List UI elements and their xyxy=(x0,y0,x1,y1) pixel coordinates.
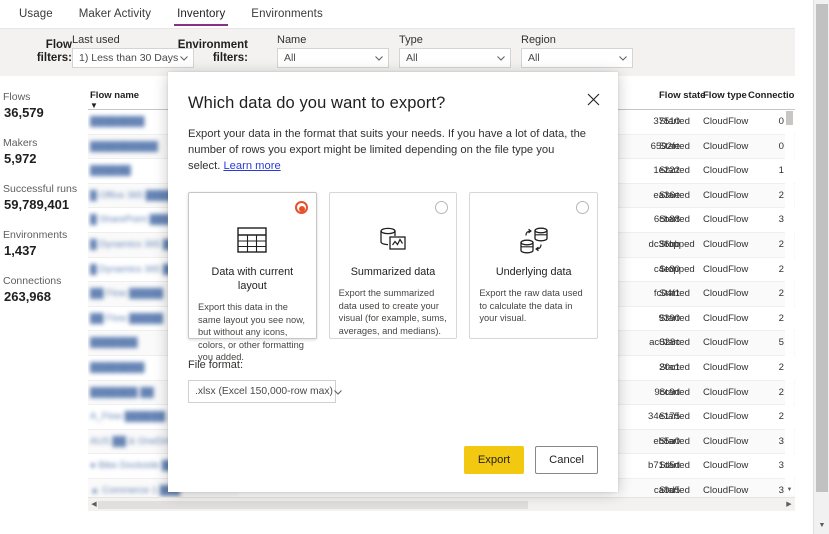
database-chart-icon xyxy=(339,217,448,263)
file-format-value: .xlsx (Excel 150,000-row max) xyxy=(195,386,333,397)
export-button[interactable]: Export xyxy=(463,446,525,474)
table-grid-icon xyxy=(198,217,307,263)
file-format-dropdown[interactable]: .xlsx (Excel 150,000-row max) xyxy=(188,380,342,403)
option-card-title: Summarized data xyxy=(350,266,436,278)
radio-button-unselected[interactable] xyxy=(435,201,449,214)
option-card-title: Data with current layout xyxy=(211,266,294,292)
chevron-down-icon xyxy=(333,387,343,397)
cancel-button[interactable]: Cancel xyxy=(535,446,598,474)
option-card-description: Export this data in the same layout you … xyxy=(198,302,305,363)
learn-more-link[interactable]: Learn more xyxy=(223,160,280,172)
dialog-description: Export your data in the format that suit… xyxy=(188,126,588,174)
app-root: Usage Maker Activity Inventory Environme… xyxy=(0,0,829,534)
radio-button-selected[interactable] xyxy=(294,201,308,214)
option-card-underlying-data[interactable]: Underlying data Export the raw data used… xyxy=(469,192,599,339)
radio-button-unselected[interactable] xyxy=(576,201,590,214)
option-card-summarized-data[interactable]: Summarized data Export the summarized da… xyxy=(328,192,458,339)
option-card-description: Export the raw data used to calculate th… xyxy=(479,288,583,324)
databases-sync-icon xyxy=(479,217,588,263)
export-data-dialog: Which data do you want to export? Export… xyxy=(168,72,618,492)
dialog-title: Which data do you want to export? xyxy=(188,94,446,112)
export-option-cards: Data with current layout Export this dat… xyxy=(188,192,599,362)
option-card-title: Underlying data xyxy=(495,266,572,278)
option-card-data-with-current-layout[interactable]: Data with current layout Export this dat… xyxy=(188,192,317,362)
close-icon[interactable] xyxy=(580,86,606,112)
dialog-actions: Export Cancel xyxy=(463,446,598,474)
option-card-description: Export the summarized data used to creat… xyxy=(338,288,447,336)
